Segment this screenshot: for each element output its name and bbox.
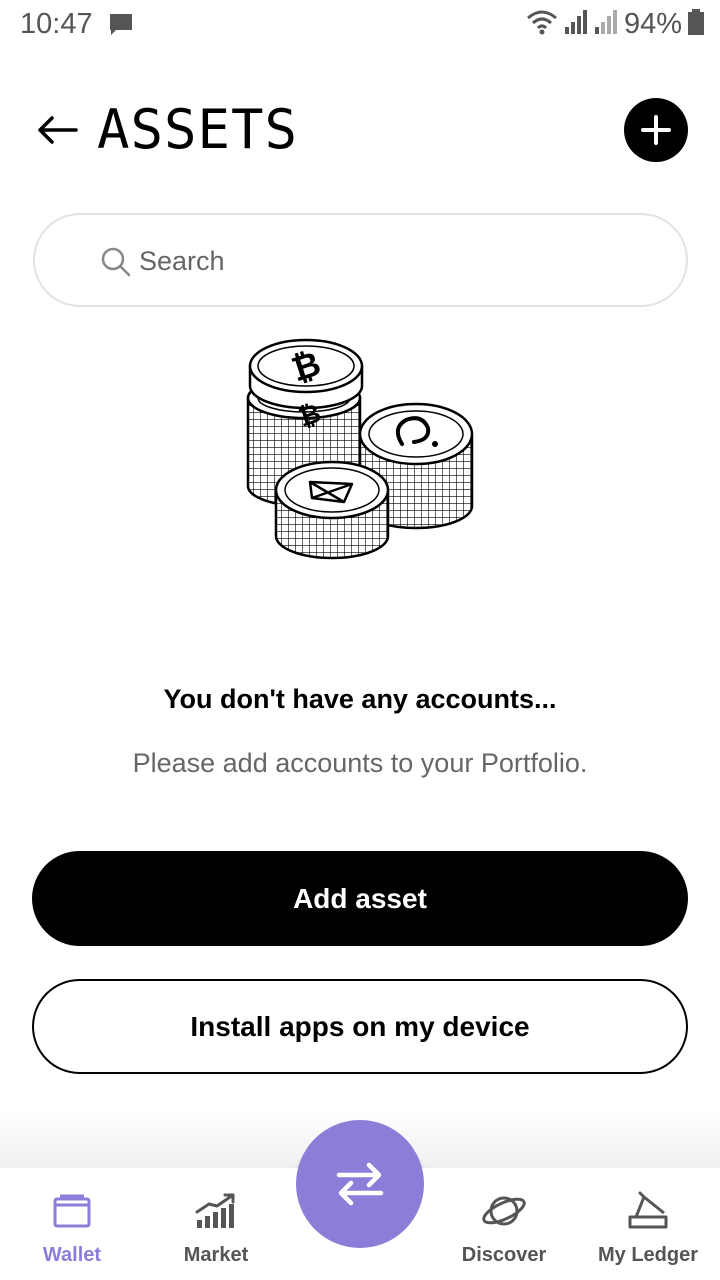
back-arrow-icon [38,116,78,144]
status-bar: 10:47 94% [0,0,720,52]
back-button[interactable] [32,108,82,152]
nav-label-wallet: Wallet [42,1244,102,1266]
planet-icon [481,1188,527,1234]
empty-state-subtitle: Please add accounts to your Portfolio. [132,748,588,778]
battery-icon [688,9,704,40]
nav-label-market: Market [183,1244,249,1266]
ledger-device-icon [626,1188,670,1234]
add-asset-button[interactable]: Add asset [32,851,688,946]
add-account-button[interactable] [624,98,688,162]
plus-icon [641,115,671,145]
header: ASSETS [0,90,720,170]
search-input[interactable] [139,237,639,285]
nav-label-discover: Discover [461,1244,547,1266]
nav-item-market[interactable]: Market [151,1188,281,1274]
page-title: ASSETS [97,98,299,161]
battery-level: 94% [623,8,682,40]
empty-state-title: You don't have any accounts... [163,684,557,714]
search-icon [101,247,131,277]
transfer-icon [336,1162,384,1206]
nav-item-my-ledger[interactable]: My Ledger [583,1188,713,1274]
install-apps-button[interactable]: Install apps on my device [32,979,688,1074]
coins-illustration: ₿ ₿ [240,336,480,568]
status-icons: 94% [526,8,704,41]
message-notification-icon [108,12,134,43]
nav-label-my-ledger: My Ledger [597,1244,699,1266]
wallet-icon [52,1188,92,1234]
chart-icon [195,1188,237,1234]
nav-item-wallet[interactable]: Wallet [7,1188,137,1274]
search-bar[interactable] [33,213,688,307]
nav-item-discover[interactable]: Discover [439,1188,569,1274]
wifi-icon [526,8,558,41]
signal-icon [564,9,588,40]
status-time: 10:47 [20,8,93,40]
signal-secondary-icon [594,9,618,40]
transfer-button[interactable] [296,1120,424,1248]
